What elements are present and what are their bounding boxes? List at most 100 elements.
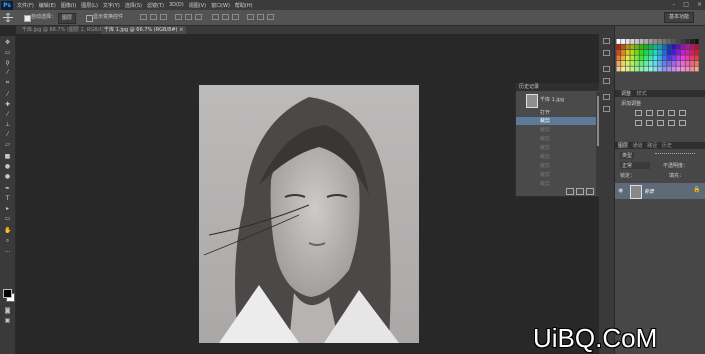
color-swatch[interactable] bbox=[694, 55, 699, 61]
color-swatch[interactable] bbox=[657, 55, 662, 61]
color-swatch[interactable] bbox=[685, 44, 690, 50]
align-left-icon[interactable] bbox=[175, 14, 182, 20]
workspace-button[interactable]: 基本功能 bbox=[663, 12, 694, 23]
menu-view[interactable]: 视图(V) bbox=[189, 2, 206, 9]
color-swatch[interactable] bbox=[671, 61, 676, 66]
color-swatch[interactable] bbox=[630, 66, 635, 72]
tab-adjust[interactable]: 调整 bbox=[621, 91, 631, 97]
adjustment-icon[interactable] bbox=[635, 120, 642, 126]
history-item-selected[interactable]: 裁剪 bbox=[516, 117, 596, 125]
color-swatch[interactable] bbox=[662, 55, 667, 61]
blend-mode-select[interactable]: 正常 bbox=[620, 162, 650, 169]
color-swatch[interactable] bbox=[657, 50, 662, 55]
history-brush-icon[interactable]: ⁄ bbox=[4, 132, 11, 138]
color-swatch[interactable] bbox=[685, 55, 690, 61]
adjustment-icon[interactable] bbox=[679, 110, 686, 116]
character-panel-icon[interactable] bbox=[603, 66, 610, 72]
adjustment-icon[interactable] bbox=[646, 110, 653, 116]
color-swatch[interactable] bbox=[616, 50, 621, 55]
close-button[interactable]: × bbox=[697, 1, 702, 9]
tab-channels[interactable]: 通道 bbox=[633, 143, 643, 149]
color-swatch[interactable] bbox=[667, 44, 672, 50]
history-item[interactable]: 裁剪 bbox=[516, 135, 596, 143]
color-swatch[interactable] bbox=[676, 61, 681, 66]
color-swatch[interactable] bbox=[634, 66, 639, 72]
eye-icon[interactable]: ◉ bbox=[618, 188, 623, 194]
color-swatch[interactable] bbox=[653, 44, 658, 50]
color-swatch[interactable] bbox=[690, 50, 695, 55]
color-swatch[interactable] bbox=[616, 61, 621, 66]
stamp-icon[interactable]: ⊥ bbox=[4, 122, 11, 128]
color-swatch[interactable] bbox=[621, 39, 626, 44]
color-swatch[interactable] bbox=[694, 66, 699, 72]
color-swatch[interactable] bbox=[634, 61, 639, 66]
history-title[interactable]: 历史记录 bbox=[519, 84, 539, 90]
color-swatch[interactable] bbox=[680, 61, 685, 66]
distribute-middle-icon[interactable] bbox=[222, 14, 229, 20]
swatches-grid[interactable] bbox=[616, 37, 704, 77]
color-swatch[interactable] bbox=[694, 44, 699, 50]
color-swatch[interactable] bbox=[625, 66, 630, 72]
history-panel-icon[interactable] bbox=[603, 38, 610, 44]
history-item[interactable]: 裁剪 bbox=[516, 171, 596, 179]
color-swatch[interactable] bbox=[657, 39, 662, 44]
paragraph-panel-icon[interactable] bbox=[603, 78, 610, 84]
crop-icon[interactable]: ⌗ bbox=[4, 80, 11, 86]
align-middle-icon[interactable] bbox=[150, 14, 157, 20]
align-center-icon[interactable] bbox=[185, 14, 192, 20]
distribute-bottom-icon[interactable] bbox=[232, 14, 239, 20]
color-swatch[interactable] bbox=[676, 44, 681, 50]
distribute-left-icon[interactable] bbox=[247, 14, 254, 20]
color-swatch[interactable] bbox=[662, 44, 667, 50]
eraser-icon[interactable]: ▱ bbox=[4, 142, 11, 148]
history-item[interactable]: 打开 bbox=[516, 109, 596, 117]
color-swatch[interactable] bbox=[671, 39, 676, 44]
color-swatch[interactable] bbox=[616, 39, 621, 44]
tab-history[interactable]: 历史 bbox=[662, 143, 672, 149]
marquee-icon[interactable]: ▭ bbox=[4, 50, 11, 56]
color-swatch[interactable] bbox=[667, 61, 672, 66]
color-swatch[interactable] bbox=[667, 50, 672, 55]
color-swatch[interactable] bbox=[639, 50, 644, 55]
color-swatch[interactable] bbox=[662, 61, 667, 66]
distribute-right-icon[interactable] bbox=[267, 14, 274, 20]
history-item[interactable]: 裁剪 bbox=[516, 144, 596, 152]
zoom-icon[interactable]: ⌕ bbox=[4, 238, 11, 244]
menu-window[interactable]: 窗口(W) bbox=[211, 2, 230, 9]
more-tools-icon[interactable]: … bbox=[4, 248, 11, 254]
tab-styles[interactable]: 样式 bbox=[637, 91, 647, 97]
color-swatch[interactable] bbox=[639, 39, 644, 44]
align-bottom-icon[interactable] bbox=[160, 14, 167, 20]
color-swatch[interactable] bbox=[680, 44, 685, 50]
maximize-button[interactable]: □ bbox=[683, 1, 689, 9]
menu-filter[interactable]: 滤镜(T) bbox=[147, 2, 164, 9]
menu-type[interactable]: 文字(Y) bbox=[103, 2, 120, 9]
color-swatch[interactable] bbox=[621, 66, 626, 72]
color-swatch[interactable] bbox=[625, 44, 630, 50]
screen-mode-icon[interactable]: ▣ bbox=[4, 318, 11, 324]
move-tool-icon[interactable] bbox=[3, 12, 13, 23]
color-swatch[interactable] bbox=[625, 50, 630, 55]
eyedropper-icon[interactable]: ⁄ bbox=[4, 92, 11, 98]
color-swatch[interactable] bbox=[644, 55, 649, 61]
gradient-icon[interactable]: ■ bbox=[4, 154, 11, 160]
lasso-icon[interactable]: ϙ bbox=[4, 60, 11, 66]
menu-help[interactable]: 帮助(H) bbox=[235, 2, 253, 9]
color-swatch[interactable] bbox=[625, 61, 630, 66]
color-swatch[interactable] bbox=[621, 61, 626, 66]
shape-icon[interactable]: ▭ bbox=[4, 216, 11, 222]
info-panel-icon[interactable] bbox=[603, 106, 610, 112]
brush-panel-icon[interactable] bbox=[603, 94, 610, 100]
menu-file[interactable]: 文件(F) bbox=[17, 2, 34, 9]
color-swatch[interactable] bbox=[639, 55, 644, 61]
align-top-icon[interactable] bbox=[140, 14, 147, 20]
color-swatch[interactable] bbox=[644, 61, 649, 66]
foreground-color-swatch[interactable] bbox=[3, 289, 12, 298]
history-item[interactable]: 裁剪 bbox=[516, 126, 596, 134]
color-swatch[interactable] bbox=[644, 50, 649, 55]
menu-select[interactable]: 选择(S) bbox=[125, 2, 142, 9]
transform-checkbox[interactable] bbox=[86, 15, 93, 22]
color-swatch[interactable] bbox=[630, 61, 635, 66]
color-swatch[interactable] bbox=[685, 66, 690, 72]
color-swatch[interactable] bbox=[694, 39, 699, 44]
